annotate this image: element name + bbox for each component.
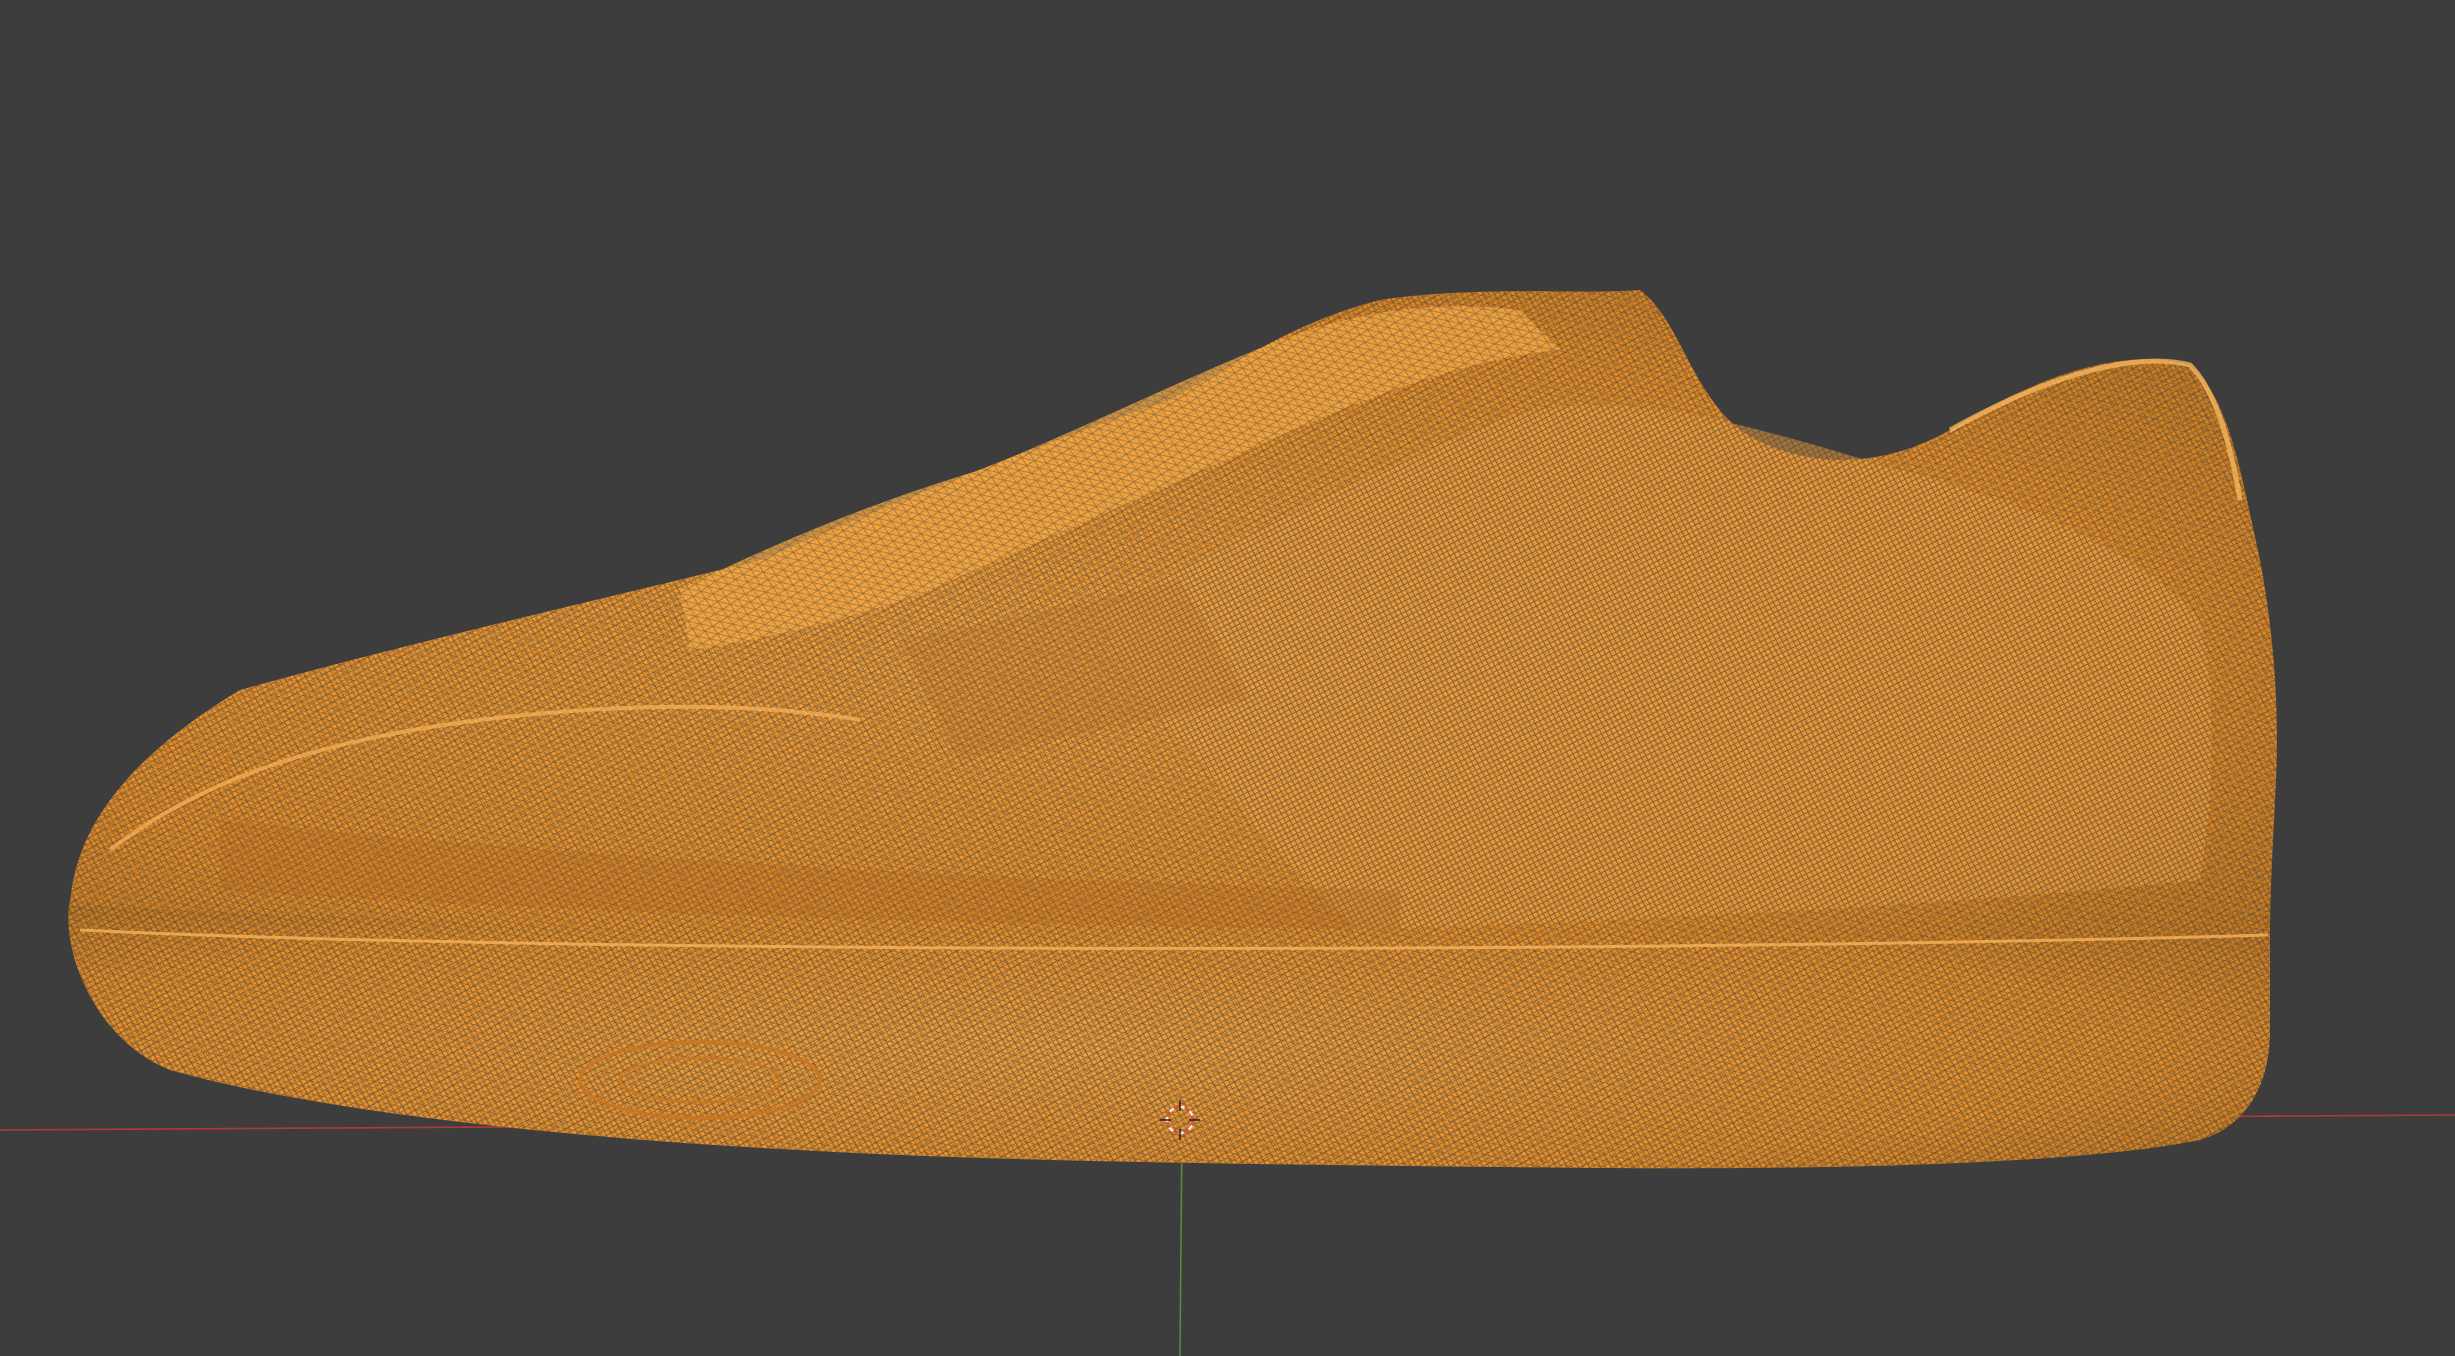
3d-viewport[interactable] bbox=[0, 0, 2455, 1356]
shoe-wireframe-mesh[interactable] bbox=[68, 290, 2277, 1169]
viewport-canvas[interactable] bbox=[0, 0, 2455, 1356]
